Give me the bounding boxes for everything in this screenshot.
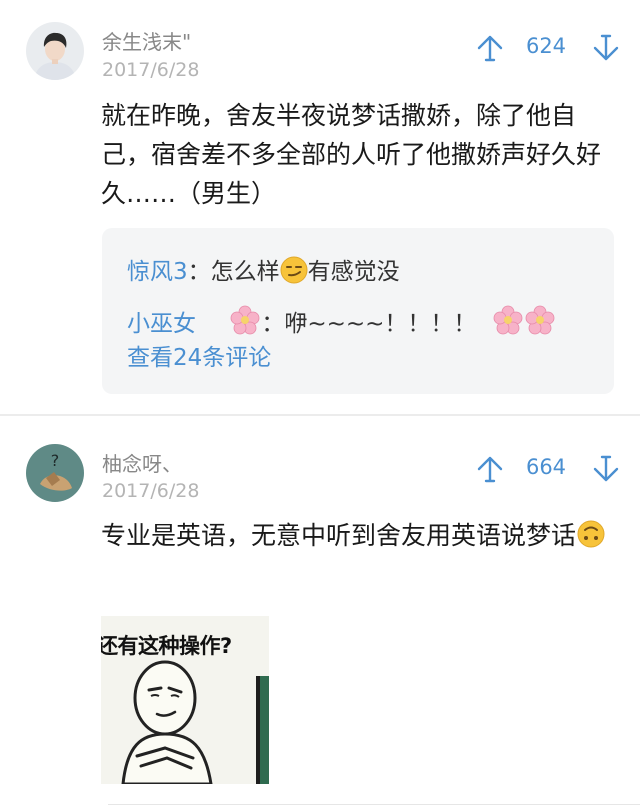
timestamp: 2017/6/28 bbox=[102, 59, 200, 81]
cherry-blossom-emoji bbox=[229, 304, 261, 345]
vote-control: 664 bbox=[476, 453, 620, 483]
svg-text:?: ? bbox=[51, 451, 60, 470]
reply-box: 惊风3：怎么样 有感觉没 小巫女 ：咿~~~~！！！！ 查看24条评论 bbox=[102, 228, 614, 394]
arrow-up-icon[interactable] bbox=[476, 455, 504, 483]
reply-text: 有感觉没 bbox=[307, 259, 400, 285]
view-more-replies-link[interactable]: 查看24条评论 bbox=[127, 342, 271, 374]
avatar[interactable] bbox=[26, 22, 84, 80]
arrow-up-icon[interactable] bbox=[476, 34, 504, 62]
comment-card: ? 柚念呀、 2017/6/28 664 专业是英语，无意中听到舍友用英语说梦话 bbox=[0, 416, 640, 808]
meme-image[interactable]: 还有这种操作? bbox=[101, 616, 269, 784]
cherry-blossom-emoji bbox=[492, 304, 524, 345]
comment-text: 专业是英语，无意中听到舍友用英语说梦话 bbox=[101, 516, 611, 560]
reply-text: 咿~~~~！！！！ bbox=[284, 311, 477, 337]
avatar[interactable]: ? bbox=[26, 444, 84, 502]
comment-text-content: 专业是英语，无意中听到舍友用英语说梦话 bbox=[101, 521, 577, 550]
comment-card: 余生浅末" 2017/6/28 624 就在昨晚，舍友半夜说梦话撒娇，除了他自己… bbox=[0, 0, 640, 414]
meme-caption: 还有这种操作? bbox=[101, 634, 232, 658]
divider bbox=[108, 804, 640, 805]
like-count: 624 bbox=[525, 34, 567, 58]
reply-separator: ： bbox=[261, 311, 285, 337]
reply-author[interactable]: 惊风3 bbox=[127, 259, 188, 285]
username[interactable]: 柚念呀、 bbox=[102, 448, 182, 477]
reply-separator: ： bbox=[187, 259, 211, 285]
smirk-emoji bbox=[280, 256, 308, 293]
arrow-down-icon[interactable] bbox=[592, 455, 620, 483]
upside-down-face-emoji bbox=[576, 519, 606, 560]
reply-text: 怎么样 bbox=[210, 259, 280, 285]
cherry-blossom-emoji bbox=[524, 304, 556, 345]
username[interactable]: 余生浅末" bbox=[102, 26, 191, 55]
like-count: 664 bbox=[525, 455, 567, 479]
reply-item: 小巫女 ：咿~~~~！！！！ bbox=[127, 304, 556, 345]
reply-item: 惊风3：怎么样 有感觉没 bbox=[127, 256, 400, 293]
arrow-down-icon[interactable] bbox=[592, 34, 620, 62]
vote-control: 624 bbox=[476, 32, 620, 62]
comment-text: 就在昨晚，舍友半夜说梦话撒娇，除了他自己，宿舍差不多全部的人听了他撒娇声好久好久… bbox=[101, 101, 602, 208]
timestamp: 2017/6/28 bbox=[102, 480, 200, 502]
reply-author[interactable]: 小巫女 bbox=[127, 311, 196, 337]
